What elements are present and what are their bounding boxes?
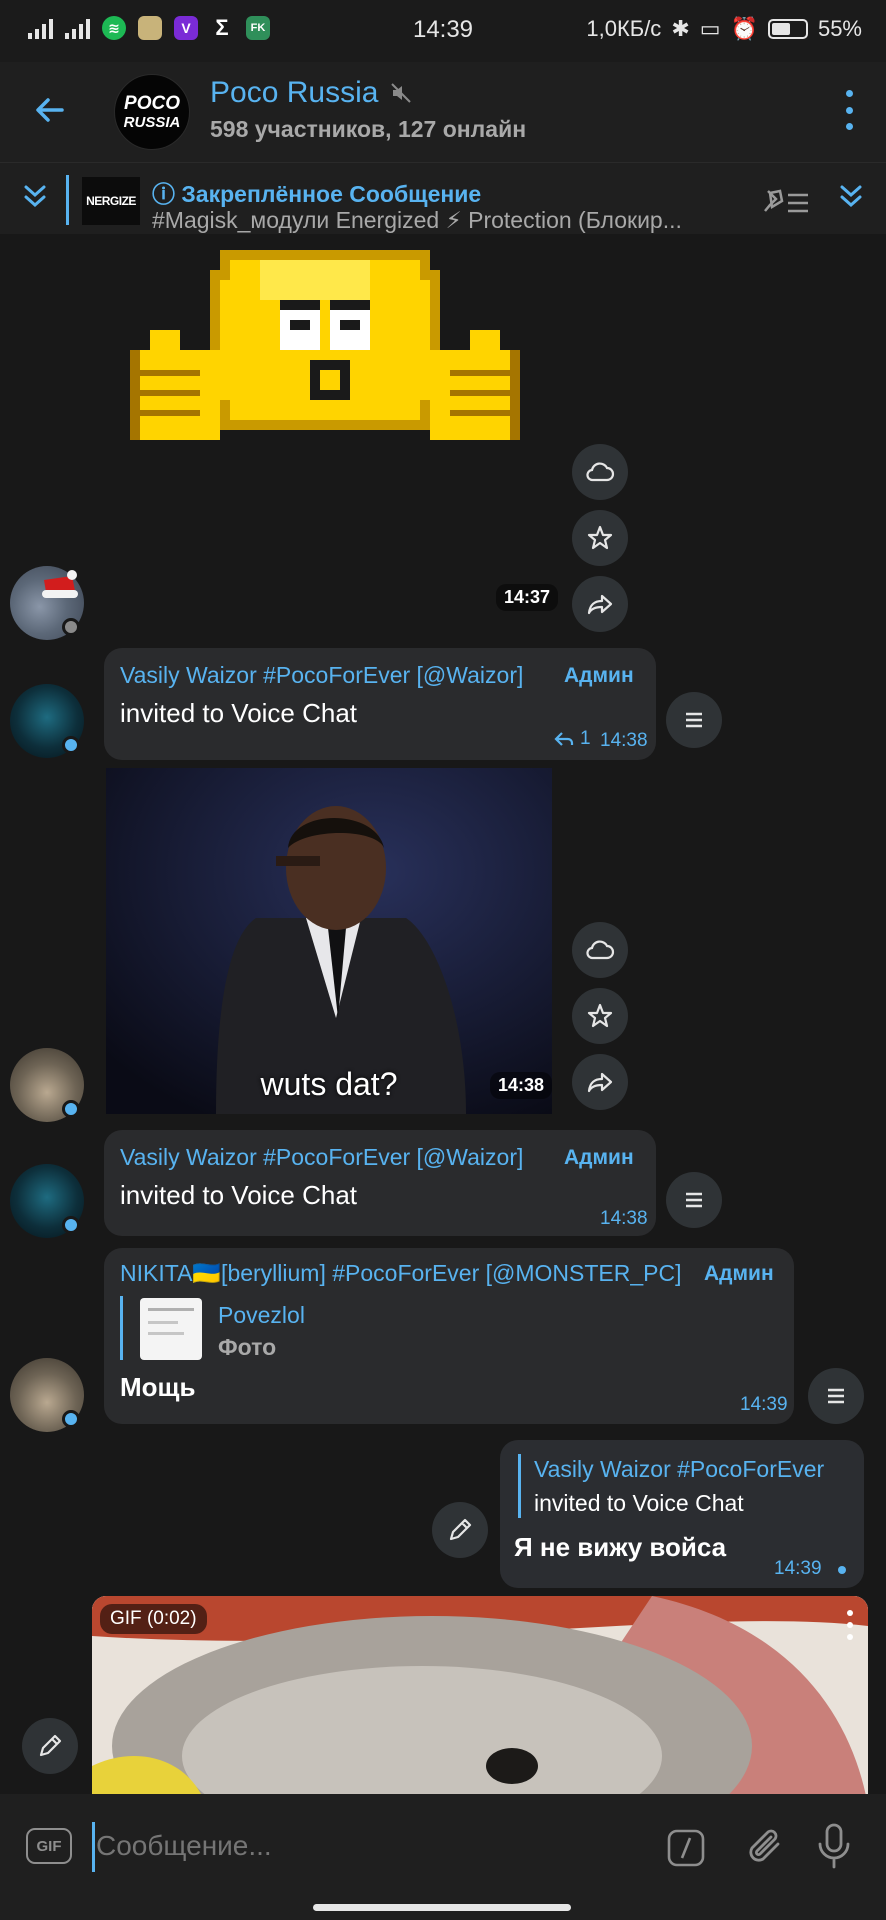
share-button[interactable] [572,1054,628,1110]
star-icon [587,525,613,550]
message-input[interactable] [96,1830,616,1862]
back-arrow-icon[interactable] [32,92,68,128]
message-options-button[interactable] [666,1172,722,1228]
favorite-button[interactable] [572,510,628,566]
message-composer: GIF [0,1794,886,1920]
alarm-icon: ⏰ [730,16,758,41]
reply-text: invited to Voice Chat [534,1490,744,1516]
message-options-button[interactable] [808,1368,864,1424]
chat-header: POCO RUSSIA Poco Russia 598 участников, … [0,62,886,162]
message-text: Я не вижу войса [514,1532,727,1562]
message-text: invited to Voice Chat [120,1180,358,1210]
message-time: 14:39 [740,1394,788,1415]
double-chevron-down-icon[interactable] [22,181,48,211]
message-bubble[interactable]: NIKITA🇺🇦[beryllium] #PocoForEver [@MONST… [104,1248,794,1424]
message-bubble[interactable]: Vasily Waizor #PocoForEver [@Waizor] Адм… [104,1130,656,1236]
double-chevron-down-icon-right[interactable] [838,181,864,211]
save-to-cloud-button[interactable] [572,444,628,500]
online-dot [62,1100,80,1118]
favorite-button[interactable] [572,988,628,1044]
star-icon [587,1003,613,1028]
outgoing-message-bubble[interactable]: Vasily Waizor #PocoForEver invited to Vo… [500,1440,864,1588]
reply-text: Фото [218,1334,277,1360]
list-icon [686,712,702,728]
message-time: 14:38 [600,730,648,751]
home-indicator[interactable] [313,1904,571,1911]
status-dot [62,618,80,636]
message-list[interactable]: 14:37 Vasily Waizor #PocoForEver [@Waizo… [0,234,886,1794]
chat-subtitle: 598 участников, 127 онлайн [210,116,527,142]
admin-badge: Админ [564,664,634,687]
reply-accent-bar [120,1296,123,1360]
pinned-thumbnail: NERGIZE [82,177,140,225]
reply-name: Vasily Waizor #PocoForEver [534,1456,825,1482]
admin-badge: Админ [564,1146,634,1169]
battery-level: 55% [817,16,862,41]
unread-status-dot [838,1566,846,1574]
chat-title: Poco Russia [210,76,379,109]
muted-icon [391,83,412,103]
group-avatar[interactable]: POCO RUSSIA [114,74,190,150]
pinned-message-bar[interactable]: NERGIZE ⓘ Закреплённое Сообщение #Magisk… [0,162,886,234]
sender-name[interactable]: Vasily Waizor #PocoForEver [@Waizor] [120,662,523,689]
info-icon: ⓘ [152,181,182,207]
message-options-button[interactable] [666,692,722,748]
status-icons-right: 1,0КБ/с ✱ ▭ ⏰ 55% [586,16,862,42]
unpin-list-icon[interactable] [762,187,810,217]
message-text: invited to Voice Chat [120,698,358,728]
emoji-sticker[interactable] [130,240,530,500]
admin-badge: Админ [704,1262,774,1285]
list-icon [828,1388,844,1404]
gif-caption: wuts dat? [260,1066,398,1102]
cloud-icon [586,940,615,960]
pencil-icon [449,1518,472,1541]
status-bar: ≋ V Σ FK 14:39 1,0КБ/с ✱ ▭ ⏰ 55% [0,0,886,62]
message-time: 14:38 [490,1072,552,1099]
message-time: 14:37 [496,584,559,611]
chat-title-wrap[interactable]: Poco Russia [210,76,412,110]
gif-button[interactable]: GIF [26,1828,72,1864]
gif-media[interactable]: GIF (0:02) [92,1596,868,1794]
message-time: 14:38 [600,1208,648,1229]
edit-button[interactable] [432,1502,488,1558]
vibrate-icon: ▭ [699,16,721,41]
pencil-icon [39,1734,62,1757]
attach-icon[interactable] [744,1824,786,1868]
pin-accent-bar [66,175,69,225]
more-menu-icon[interactable] [844,90,854,130]
online-dot [62,1216,80,1234]
online-dot [62,1410,80,1428]
gif-frame-image [92,1596,868,1794]
text-cursor [92,1822,95,1872]
microphone-icon[interactable] [816,1822,852,1870]
battery-icon [767,19,808,39]
save-to-cloud-button[interactable] [572,922,628,978]
net-speed: 1,0КБ/с [586,16,662,41]
reply-thumbnail [140,1298,202,1360]
reply-accent-bar [518,1454,521,1518]
gif-frame-image [106,768,552,1114]
cloud-icon [586,462,615,482]
online-dot [62,736,80,754]
share-arrow-icon [587,1072,613,1093]
gif-menu-icon[interactable] [846,1610,854,1640]
share-arrow-icon [587,594,613,615]
reply-name: Povezlol [218,1302,305,1328]
sender-name[interactable]: Vasily Waizor #PocoForEver [@Waizor] [120,1144,523,1171]
edit-button[interactable] [22,1718,78,1774]
list-icon [686,1192,702,1208]
bot-commands-icon[interactable] [666,1828,706,1868]
reply-icon [554,732,574,746]
message-text: Мощь [120,1372,196,1402]
gif-duration-label: GIF (0:02) [100,1604,207,1634]
pinned-title: ⓘ Закреплённое Сообщение [152,181,482,207]
message-bubble[interactable]: Vasily Waizor #PocoForEver [@Waizor] Адм… [104,648,656,760]
replies-count[interactable]: 1 [554,728,591,750]
share-button[interactable] [572,576,628,632]
message-time: 14:39 [774,1558,822,1579]
gif-media[interactable]: wuts dat? 14:38 [106,768,552,1114]
bluetooth-icon: ✱ [671,16,690,41]
sender-name[interactable]: NIKITA🇺🇦[beryllium] #PocoForEver [@MONST… [120,1260,682,1287]
pinned-text: #Magisk_модули Energized ⚡ Protection (Б… [152,207,682,233]
